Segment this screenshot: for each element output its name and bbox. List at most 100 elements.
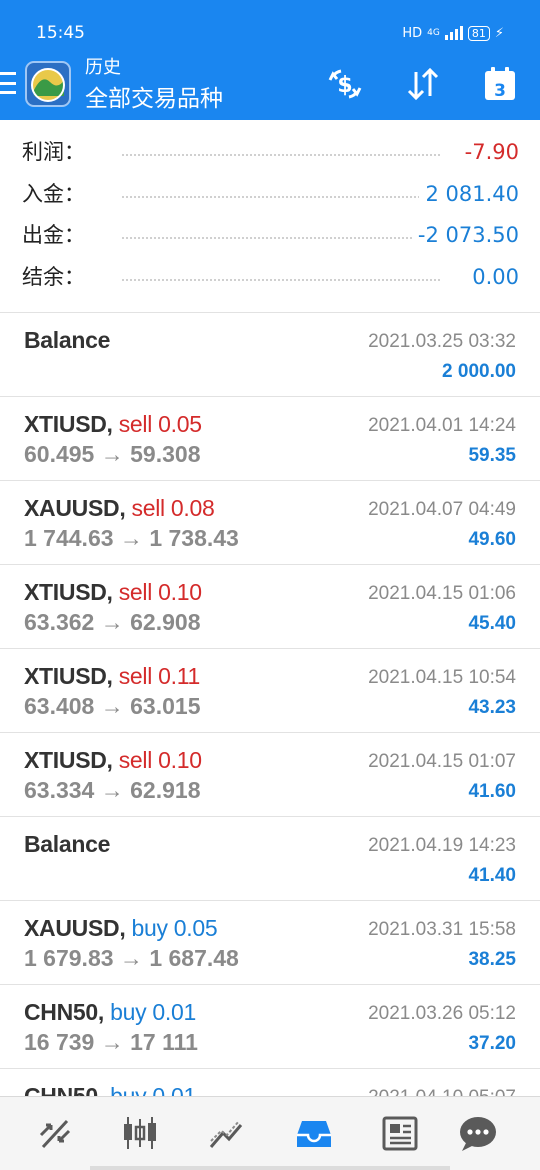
deal-prices: 63.408 → 63.015: [24, 691, 201, 721]
calendar-day: 3: [494, 81, 506, 101]
deal-prices: 63.362 → 62.908: [24, 607, 201, 637]
open-price: 63.408: [24, 693, 95, 719]
deal-title: XAUUSD, buy 0.05: [24, 913, 218, 943]
currency-exchange-icon: $: [328, 69, 362, 99]
menu-icon[interactable]: [0, 72, 16, 94]
deal-amount: 37.20: [468, 1033, 516, 1054]
deal-symbol: XAUUSD,: [24, 915, 126, 941]
list-item[interactable]: XAUUSD, sell 0.08 1 744.63 → 1 738.43 20…: [0, 480, 540, 564]
nav-messages[interactable]: [456, 1111, 500, 1155]
arrow-icon: →: [100, 1029, 124, 1055]
summary-label: 利润：: [22, 140, 85, 164]
deal-amount: 43.23: [468, 697, 516, 718]
messages-icon: [460, 1117, 496, 1151]
list-item[interactable]: XTIUSD, sell 0.10 63.334 → 62.918 2021.0…: [0, 732, 540, 816]
deal-title: XTIUSD, sell 0.10: [24, 577, 202, 607]
deal-date: 2021.03.25 03:32: [368, 331, 516, 352]
list-item[interactable]: Balance 2021.03.25 03:32 2 000.00: [0, 312, 540, 396]
deal-date: 2021.04.07 04:49: [368, 499, 516, 520]
deal-amount: 2 000.00: [442, 361, 516, 382]
arrow-icon: →: [100, 609, 124, 635]
dotted-leader: [122, 237, 440, 239]
deal-side: sell 0.10: [118, 747, 202, 773]
open-price: 16 739: [24, 1029, 95, 1055]
nav-quotes[interactable]: [33, 1111, 77, 1155]
list-item[interactable]: CHN50, buy 0.01 16 739 → 17 111 2021.03.…: [0, 984, 540, 1068]
deal-date: 2021.04.19 14:23: [368, 835, 516, 856]
deal-symbol: XAUUSD,: [24, 495, 126, 521]
history-icon: [297, 1121, 331, 1147]
arrow-icon: →: [100, 777, 124, 803]
open-price: 63.334: [24, 777, 95, 803]
deal-prices: 1 679.83 → 1 687.48: [24, 943, 239, 973]
close-price: 63.015: [130, 693, 201, 719]
open-price: 60.495: [24, 441, 95, 467]
summary-value: 2 081.40: [419, 179, 519, 208]
list-item[interactable]: Balance 2021.04.19 14:23 41.40: [0, 816, 540, 900]
dotted-leader: [122, 278, 440, 281]
list-item[interactable]: XAUUSD, buy 0.05 1 679.83 → 1 687.48 202…: [0, 900, 540, 984]
list-item[interactable]: XTIUSD, sell 0.11 63.408 → 63.015 2021.0…: [0, 648, 540, 732]
nav-trade[interactable]: [205, 1111, 249, 1155]
deal-amount: 38.25: [468, 949, 516, 970]
chart-icon: [124, 1117, 156, 1149]
deal-side: sell 0.11: [118, 663, 201, 689]
deal-symbol: XTIUSD,: [24, 663, 113, 689]
close-price: 1 687.48: [149, 945, 239, 971]
nav-news[interactable]: [378, 1111, 422, 1155]
deal-prices: 60.495 → 59.308: [24, 439, 201, 469]
deal-date: 2021.04.15 01:07: [368, 751, 516, 772]
battery-icon: 81: [467, 25, 490, 41]
symbol-filter[interactable]: 全部交易品种: [85, 84, 223, 114]
quotes-icon: [39, 1119, 71, 1149]
deal-date: 2021.04.15 10:54: [368, 667, 516, 688]
deal-side: sell 0.08: [131, 495, 215, 521]
summary-label: 出金：: [22, 223, 85, 247]
gesture-bar: [90, 1166, 450, 1170]
dotted-leader: [122, 195, 440, 198]
summary-row-withdrawal: 出金： -2 073.50: [0, 215, 540, 257]
summary-row-balance: 结余： 0.00: [0, 257, 540, 299]
close-price: 59.308: [130, 441, 201, 467]
deal-title: XTIUSD, sell 0.10: [24, 745, 202, 775]
deal-amount: 49.60: [468, 529, 516, 550]
deal-symbol: Balance: [24, 831, 111, 857]
deal-side: sell 0.05: [118, 411, 202, 437]
charging-icon: ⚡: [494, 25, 504, 41]
summary-value: 0.00: [466, 262, 519, 291]
sort-button[interactable]: [403, 64, 443, 104]
signal-icon: [444, 26, 463, 40]
deal-date: 2021.03.26 05:12: [368, 1003, 516, 1024]
arrow-icon: →: [119, 525, 143, 551]
summary-row-profit: 利润： -7.90: [0, 132, 540, 174]
deal-prices: 16 739 → 17 111: [24, 1027, 198, 1057]
summary-label: 入金：: [22, 181, 85, 206]
currency-toggle-button[interactable]: $: [325, 64, 365, 104]
deal-date: 2021.04.01 14:24: [368, 415, 516, 436]
deal-amount: 59.35: [468, 445, 516, 466]
open-price: 63.362: [24, 609, 95, 635]
open-price: 1 679.83: [24, 945, 114, 971]
deal-symbol: XTIUSD,: [24, 747, 113, 773]
close-price: 17 111: [130, 1029, 198, 1055]
deal-date: 2021.04.15 01:06: [368, 583, 516, 604]
close-price: 1 738.43: [149, 525, 239, 551]
list-item[interactable]: XTIUSD, sell 0.05 60.495 → 59.308 2021.0…: [0, 396, 540, 480]
deal-symbol: CHN50,: [24, 999, 105, 1025]
list-item[interactable]: XTIUSD, sell 0.10 63.362 → 62.908 2021.0…: [0, 564, 540, 648]
nav-history[interactable]: [292, 1111, 336, 1155]
calendar-button[interactable]: 3: [480, 64, 520, 104]
screen-subtitle: 历史: [85, 57, 121, 78]
status-bar: 15:45 HD 4G 81 ⚡: [0, 0, 540, 50]
close-price: 62.908: [130, 609, 201, 635]
sort-icon: [407, 67, 439, 101]
arrow-icon: →: [100, 693, 124, 719]
calendar-icon: 3: [485, 67, 515, 101]
deal-side: buy 0.01: [110, 999, 196, 1025]
nav-chart[interactable]: [118, 1111, 162, 1155]
app-logo-icon: [25, 61, 71, 107]
summary-label: 结余：: [22, 264, 85, 289]
deal-prices: 1 744.63 → 1 738.43: [24, 523, 239, 553]
network-label: HD: [402, 25, 423, 41]
deal-prices: 63.334 → 62.918: [24, 775, 201, 805]
